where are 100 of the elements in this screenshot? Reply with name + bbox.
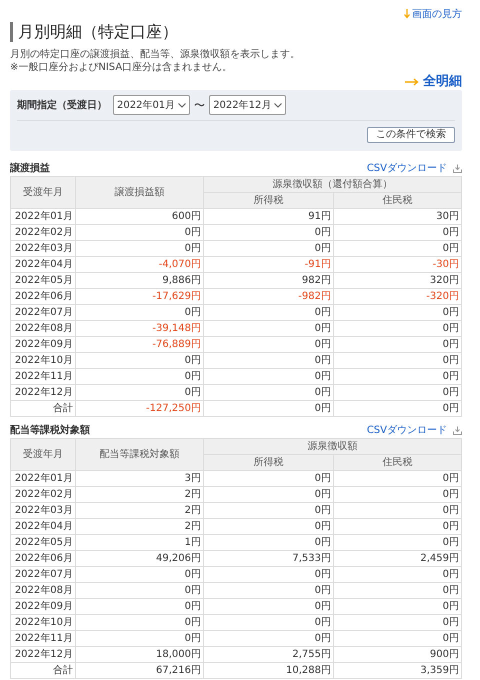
amount-cell: 2円: [76, 486, 204, 502]
amount-cell: 30円: [334, 208, 462, 224]
download-icon[interactable]: [453, 164, 462, 172]
amount-cell: 0円: [334, 336, 462, 352]
search-button[interactable]: この条件で検索: [367, 127, 455, 143]
amount-cell: 0円: [334, 518, 462, 534]
amount-cell: 0円: [334, 614, 462, 630]
arrow-right-icon: [405, 78, 419, 86]
amount-cell: 0円: [76, 614, 204, 630]
to-month-select[interactable]: 2022年12月: [209, 95, 286, 115]
amount-cell: 0円: [204, 352, 334, 368]
amount-cell: 0円: [204, 320, 334, 336]
amount-cell: 0円: [204, 400, 334, 416]
amount-cell: 2円: [76, 502, 204, 518]
csv-download-link[interactable]: CSVダウンロード: [366, 423, 447, 437]
month-cell: 2022年08月: [10, 320, 76, 336]
month-cell: 2022年09月: [10, 336, 76, 352]
help-link[interactable]: 画面の見方: [404, 6, 462, 22]
chevron-down-icon: [178, 102, 186, 108]
amount-cell: 2円: [76, 518, 204, 534]
month-cell: 2022年03月: [10, 240, 76, 256]
amount-cell: 2,755円: [204, 646, 334, 662]
month-cell: 2022年11月: [10, 630, 76, 646]
amount-cell: 900円: [334, 646, 462, 662]
amount-cell: 0円: [76, 224, 204, 240]
amount-cell: 67,216円: [76, 662, 204, 678]
amount-cell: 3,359円: [334, 662, 462, 678]
from-month-select[interactable]: 2022年01月: [113, 95, 190, 115]
amount-cell: 0円: [204, 582, 334, 598]
amount-cell: 0円: [76, 582, 204, 598]
amount-cell: 600円: [76, 208, 204, 224]
amount-cell: 0円: [334, 224, 462, 240]
amount-cell: 1円: [76, 534, 204, 550]
month-cell: 2022年11月: [10, 368, 76, 384]
month-cell: 2022年05月: [10, 272, 76, 288]
amount-cell: 0円: [334, 470, 462, 486]
amount-cell: -30円: [334, 256, 462, 272]
month-cell: 2022年08月: [10, 582, 76, 598]
amount-cell: 0円: [334, 304, 462, 320]
amount-cell: 0円: [334, 352, 462, 368]
month-cell: 2022年02月: [10, 486, 76, 502]
amount-cell: 0円: [334, 598, 462, 614]
amount-cell: 9,886円: [76, 272, 204, 288]
amount-cell: 0円: [204, 486, 334, 502]
amount-cell: 0円: [334, 384, 462, 400]
amount-cell: 982円: [204, 272, 334, 288]
amount-cell: 320円: [334, 272, 462, 288]
amount-cell: 0円: [76, 240, 204, 256]
column-group-header: 源泉徴収額（還付額合算）: [204, 176, 462, 192]
column-group-header: 源泉徴収額: [204, 438, 462, 454]
column-header: 住民税: [334, 192, 462, 208]
amount-cell: 0円: [334, 630, 462, 646]
month-cell: 2022年01月: [10, 208, 76, 224]
amount-cell: 0円: [334, 534, 462, 550]
amount-cell: -320円: [334, 288, 462, 304]
column-header: 所得税: [204, 192, 334, 208]
description-text: 月別の特定口座の譲渡損益、配当等、源泉徴収額を表示します。: [10, 48, 301, 61]
month-cell: 2022年06月: [10, 288, 76, 304]
month-cell: 合計: [10, 662, 76, 678]
amount-cell: 0円: [76, 304, 204, 320]
amount-cell: 0円: [334, 486, 462, 502]
amount-cell: -39,148円: [76, 320, 204, 336]
month-cell: 2022年04月: [10, 518, 76, 534]
amount-cell: 0円: [334, 400, 462, 416]
month-cell: 2022年09月: [10, 598, 76, 614]
page-title: 月別明細（特定口座）: [10, 22, 462, 42]
month-cell: 2022年03月: [10, 502, 76, 518]
month-cell: 2022年12月: [10, 384, 76, 400]
column-header: 所得税: [204, 454, 334, 470]
month-cell: 2022年06月: [10, 550, 76, 566]
amount-cell: 0円: [204, 614, 334, 630]
month-cell: 2022年05月: [10, 534, 76, 550]
amount-cell: 0円: [204, 566, 334, 582]
range-separator: 〜: [194, 98, 206, 112]
amount-cell: 0円: [204, 502, 334, 518]
arrow-down-icon: [404, 9, 410, 19]
column-header: 譲渡損益額: [76, 176, 204, 208]
amount-cell: 91円: [204, 208, 334, 224]
all-details-link[interactable]: 全明細: [405, 75, 462, 89]
amount-cell: 0円: [204, 384, 334, 400]
amount-cell: 0円: [76, 630, 204, 646]
period-label: 期間指定（受渡日）: [17, 98, 107, 112]
month-cell: 2022年07月: [10, 304, 76, 320]
amount-cell: 0円: [204, 534, 334, 550]
month-cell: 2022年01月: [10, 470, 76, 486]
amount-cell: 0円: [76, 598, 204, 614]
amount-cell: 0円: [204, 304, 334, 320]
csv-download-link[interactable]: CSVダウンロード: [366, 161, 447, 175]
amount-cell: 0円: [334, 368, 462, 384]
amount-cell: 7,533円: [204, 550, 334, 566]
month-cell: 2022年10月: [10, 614, 76, 630]
amount-cell: 0円: [334, 240, 462, 256]
amount-cell: 0円: [204, 224, 334, 240]
amount-cell: -127,250円: [76, 400, 204, 416]
download-icon[interactable]: [453, 426, 462, 434]
amount-cell: 0円: [204, 518, 334, 534]
column-header: 受渡年月: [10, 176, 76, 208]
amount-cell: 0円: [334, 566, 462, 582]
amount-cell: 10,288円: [204, 662, 334, 678]
amount-cell: 0円: [204, 470, 334, 486]
